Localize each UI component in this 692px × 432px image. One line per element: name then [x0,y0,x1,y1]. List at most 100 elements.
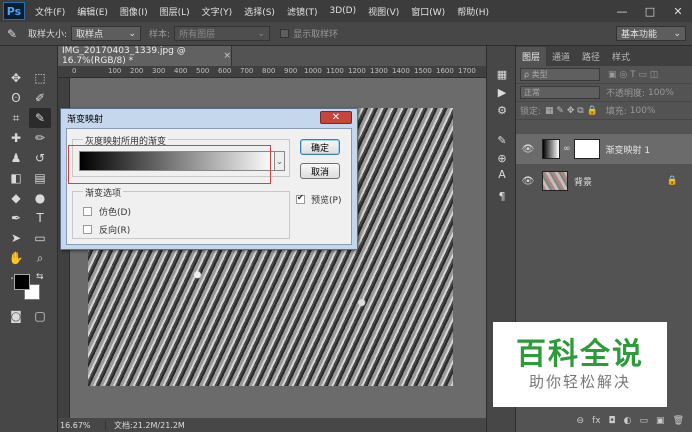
menu-image[interactable]: 图像(I) [114,5,154,18]
swap-colors-icon[interactable]: ⇆ [36,272,44,282]
filter-icons[interactable]: ▣ ◎ T ▭ ◫ [608,70,658,80]
kind-filter-select[interactable]: ρ 类型 [520,68,600,81]
shape-tool-icon[interactable]: ▭ [29,228,51,248]
menu-help[interactable]: 帮助(H) [451,5,495,18]
menu-edit[interactable]: 编辑(E) [71,5,114,18]
type-tool-icon[interactable]: T [29,208,51,228]
sample-size-select[interactable]: 取样点 ⌄ [71,26,142,41]
history-brush-tool-icon[interactable]: ↺ [29,148,51,168]
marquee-tool-icon[interactable]: ⬚ [29,68,51,88]
watermark-subtitle: 助你轻松解决 [528,372,631,391]
document-tab[interactable]: IMG_20170403_1339.jpg @ 16.7%(RGB/8) * × [58,46,232,66]
move-tool-icon[interactable]: ✥ [5,68,27,88]
new-layer-icon[interactable]: ▣ [656,416,665,426]
group-icon[interactable]: ▭ [640,416,649,426]
layers-panel-footer: ⊖ fx ◘ ◐ ▭ ▣ 🗑 [516,410,692,432]
hand-tool-icon[interactable]: ✋ [5,248,27,268]
eye-icon[interactable]: 👁 [520,144,536,155]
brush-tool-icon[interactable]: ✏ [29,128,51,148]
healing-tool-icon[interactable]: ✚ [5,128,27,148]
cancel-button[interactable]: 取消 [300,163,340,179]
menu-file[interactable]: 文件(F) [29,5,71,18]
screen-mode-icon[interactable]: ▢ [29,306,51,326]
close-icon[interactable]: ✕ [320,111,352,124]
show-ring-checkbox[interactable] [280,29,290,38]
adjustments-panel-icon[interactable]: ⚙ [494,102,510,118]
menu-3d[interactable]: 3D(D) [323,6,362,16]
zoom-level[interactable]: 16.67% [58,420,106,430]
eraser-tool-icon[interactable]: ◧ [5,168,27,188]
tab-layers[interactable]: 图层 [516,47,547,66]
pen-tool-icon[interactable]: ✒ [5,208,27,228]
add-mask-icon[interactable]: ◘ [609,416,616,426]
adjustment-layer-icon[interactable]: ◐ [624,416,632,426]
clone-source-icon[interactable]: ⊕ [494,150,510,166]
chevron-down-icon[interactable]: ⌄ [275,151,285,171]
paragraph-panel-icon[interactable]: ¶ [494,188,510,204]
history-panel-icon[interactable]: ▦ [494,66,510,82]
menu-window[interactable]: 窗口(W) [405,5,451,18]
lasso-tool-icon[interactable]: ʘ [5,88,27,108]
ruler-tick: 1500 [414,67,432,75]
dither-checkbox[interactable] [83,207,92,216]
character-panel-icon[interactable]: A [494,166,510,182]
eyedropper-tool-icon[interactable]: ✎ [29,108,51,128]
fill-label: 填充: [605,107,627,117]
maximize-button[interactable]: □ [636,0,664,22]
zoom-tool-icon[interactable]: ⌕ [29,248,51,268]
reverse-checkbox[interactable] [83,225,92,234]
document-tab-title: IMG_20170403_1339.jpg @ 16.7%(RGB/8) * [62,46,186,66]
menu-view[interactable]: 视图(V) [362,5,405,18]
ruler-tick: 1200 [348,67,366,75]
stamp-tool-icon[interactable]: ♟ [5,148,27,168]
quick-mask-icon[interactable]: ◙ [5,306,27,326]
ruler-tick: 1300 [370,67,388,75]
menu-layer[interactable]: 图层(L) [154,5,196,18]
quick-select-tool-icon[interactable]: ✐ [29,88,51,108]
link-layers-icon[interactable]: ⊖ [577,416,585,426]
crop-tool-icon[interactable]: ⌗ [5,108,27,128]
trash-icon[interactable]: 🗑 [673,416,684,426]
mask-thumbnail[interactable] [573,139,600,159]
ruler-tick: 1400 [392,67,410,75]
menu-select[interactable]: 选择(S) [238,5,281,18]
blend-mode-select[interactable]: 正常 [520,86,600,99]
opacity-value[interactable]: 100% [648,88,674,98]
fill-value[interactable]: 100% [630,106,656,116]
panel-tabs: 图层 通道 路径 样式 [516,46,692,66]
minimize-button[interactable]: — [608,0,636,22]
eyedropper-preset-icon[interactable]: ✎ [0,27,24,41]
adjustment-thumbnail [542,139,560,159]
ps-logo: Ps [3,2,25,20]
image-thumbnail [542,171,568,191]
chevron-down-icon: ⌄ [128,28,137,39]
workspace-value: 基本功能 [621,30,658,40]
close-window-button[interactable]: ✕ [664,0,692,22]
dodge-tool-icon[interactable]: ● [29,188,51,208]
tab-channels[interactable]: 通道 [546,47,576,66]
brush-settings-icon[interactable]: ✎ [494,132,510,148]
path-select-tool-icon[interactable]: ➤ [5,228,27,248]
close-icon[interactable]: × [223,51,231,61]
lock-icons[interactable]: ▦ ✎ ✥ ⧉ 🔒 [545,106,598,116]
layer-background[interactable]: 👁 背景 🔒 [516,166,692,196]
blur-tool-icon[interactable]: ◆ [5,188,27,208]
sample-select[interactable]: 所有图层 ⌄ [174,26,271,41]
fx-icon[interactable]: fx [592,416,601,426]
preview-checkbox[interactable] [296,193,305,204]
workspace-select[interactable]: 基本功能 ⌄ [616,26,686,41]
tab-paths[interactable]: 路径 [576,47,606,66]
layer-name: 渐变映射 1 [605,145,651,156]
dither-label: 仿色(D) [99,208,131,218]
menu-filter[interactable]: 滤镜(T) [281,5,324,18]
foreground-color-swatch[interactable] [14,274,30,290]
actions-panel-icon[interactable]: ▶ [494,84,510,100]
layer-gradient-map[interactable]: 👁 ∞ 渐变映射 1 [516,134,692,164]
ok-button[interactable]: 确定 [300,139,340,155]
menu-type[interactable]: 文字(Y) [196,5,239,18]
options-bar: ✎ 取样大小: 取样点 ⌄ 样本: 所有图层 ⌄ 显示取样环 基本功能 ⌄ [0,22,692,46]
lock-row: 锁定: ▦ ✎ ✥ ⧉ 🔒 填充: 100% [516,102,692,120]
eye-icon[interactable]: 👁 [520,176,536,187]
gradient-tool-icon[interactable]: ▤ [29,168,51,188]
tab-styles[interactable]: 样式 [606,47,636,66]
